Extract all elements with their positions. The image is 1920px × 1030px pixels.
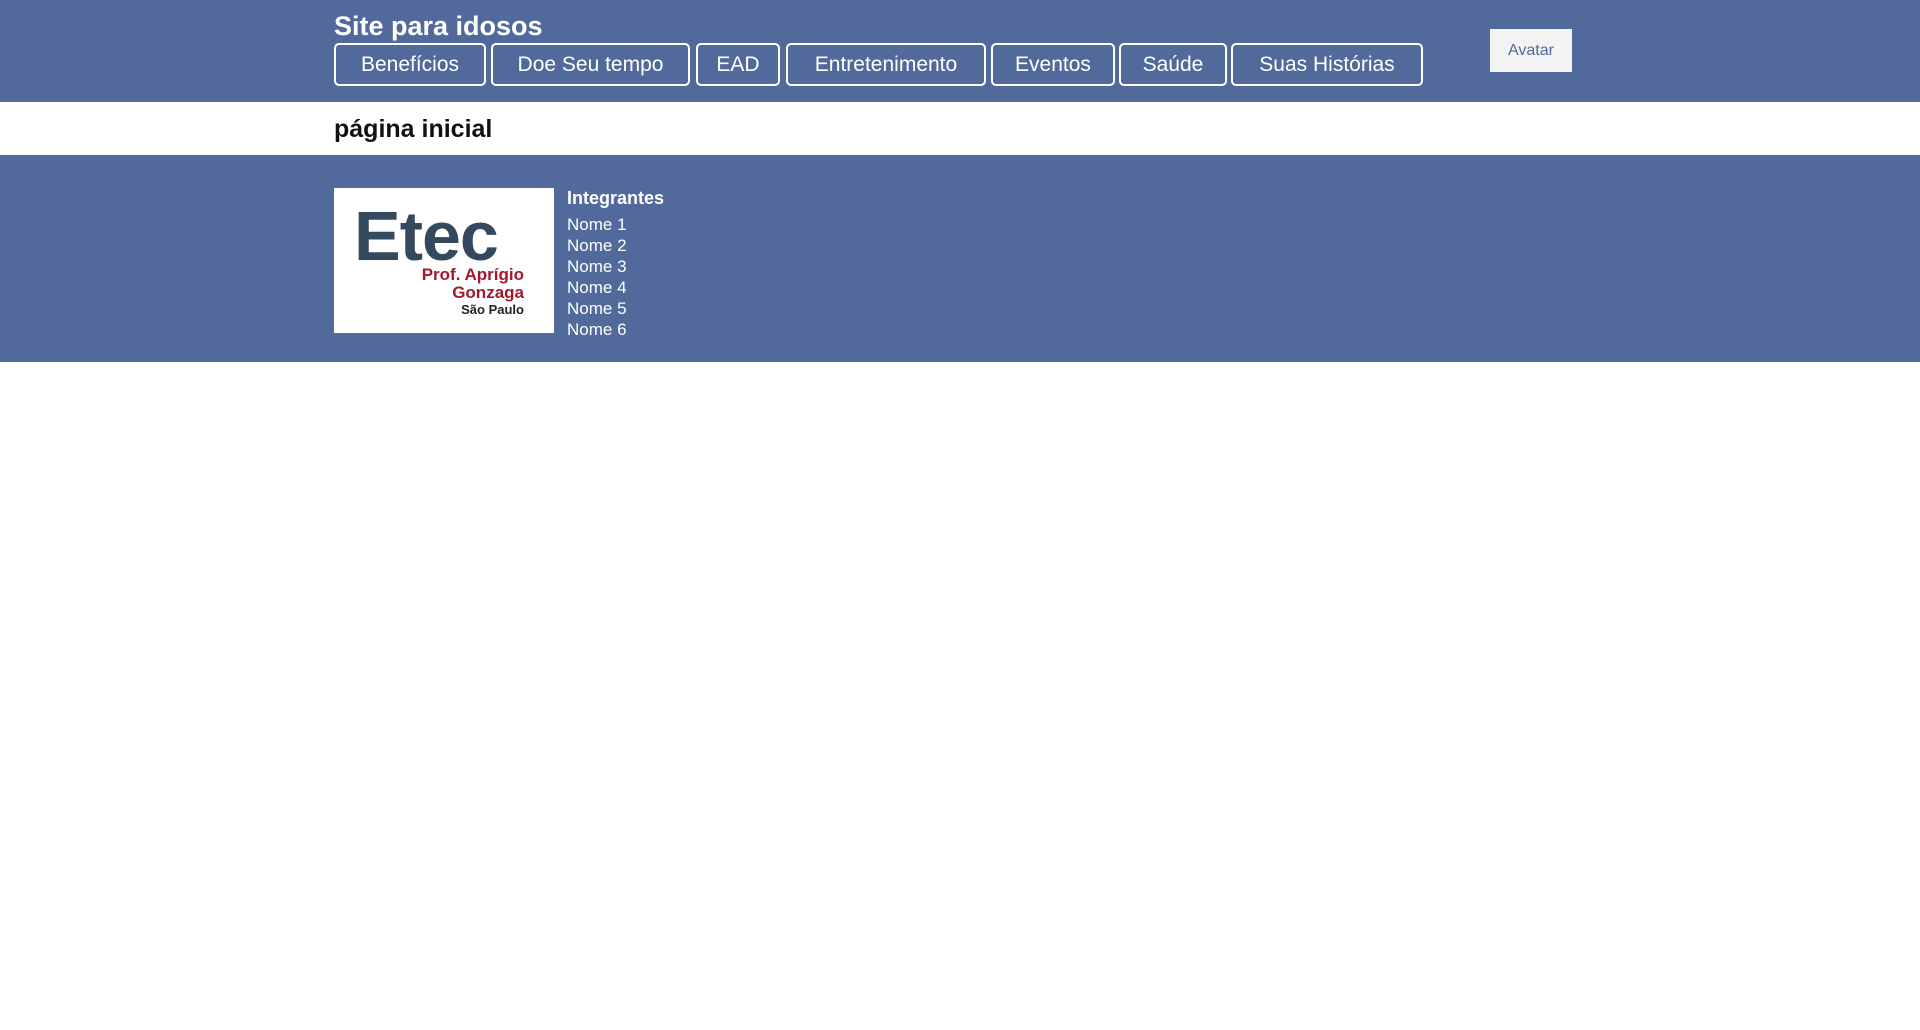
members-title: Integrantes	[567, 188, 665, 208]
nav-button-ead[interactable]: EAD	[696, 43, 780, 86]
members-list: Integrantes Nome 1 Nome 2 Nome 3 Nome 4 …	[567, 187, 664, 340]
nav-button-entretenimento[interactable]: Entretenimento	[786, 43, 986, 86]
nav-button-doe-seu-tempo[interactable]: Doe Seu tempo	[491, 43, 690, 86]
site-title: Site para idosos	[334, 11, 543, 41]
nav-button-saude[interactable]: Saúde	[1119, 43, 1227, 86]
logo-city: São Paulo	[461, 302, 524, 317]
member-item: Nome 4	[567, 278, 627, 297]
logo-line-1: Prof. Aprígio	[421, 265, 524, 284]
member-item: Nome 2	[567, 236, 627, 255]
etec-logo: Etec Prof. Aprígio Gonzaga São Paulo	[334, 188, 554, 333]
logo-name: Etec	[354, 197, 499, 275]
nav-button-suas-historias[interactable]: Suas Histórias	[1231, 43, 1423, 86]
member-item: Nome 6	[567, 320, 627, 339]
member-item: Nome 3	[567, 257, 627, 276]
nav-button-beneficios[interactable]: Benefícios	[334, 43, 486, 86]
site-footer: Etec Prof. Aprígio Gonzaga São Paulo Int…	[0, 155, 1920, 362]
avatar-button[interactable]: Avatar	[1490, 29, 1572, 72]
member-item: Nome 5	[567, 299, 627, 318]
page-title-bar: página inicial	[0, 102, 1920, 155]
member-item: Nome 1	[567, 215, 627, 234]
logo-line-2: Gonzaga	[452, 283, 524, 302]
page-title: página inicial	[334, 115, 493, 143]
site-header: Site para idosos Benefícios Doe Seu temp…	[0, 0, 1920, 102]
nav-button-eventos[interactable]: Eventos	[991, 43, 1115, 86]
